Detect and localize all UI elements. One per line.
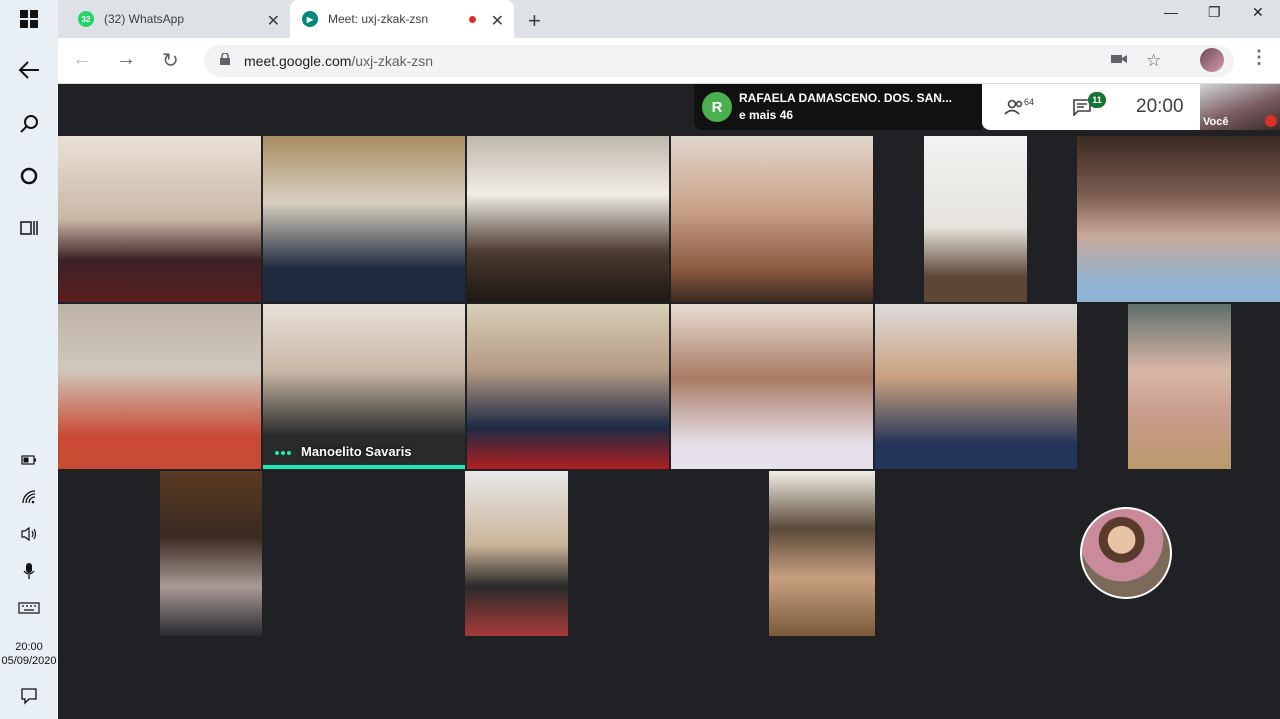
windows-logo-icon[interactable] [0, 8, 58, 30]
meet-icon: ▶ [302, 11, 318, 27]
tab-whatsapp[interactable]: 32 (32) WhatsApp ✕ [66, 0, 290, 38]
tab-label: Meet: uxj-zkak-zsn [328, 12, 429, 26]
participant-tile[interactable] [465, 471, 568, 636]
notification-icon[interactable] [0, 686, 58, 706]
meet-infobar: 64 11 20:00 [982, 84, 1200, 130]
windows-taskbar: 20:00 05/09/2020 [0, 0, 58, 719]
self-view-tile[interactable]: Você [1200, 84, 1280, 130]
self-label: Você [1203, 116, 1229, 128]
browser-toolbar: ← → ↻ meet.google.com/uxj-zkak-zsn ☆ ⋮ [58, 38, 1280, 84]
taskbar-time: 20:00 [15, 641, 43, 653]
mic-off-icon [1265, 115, 1277, 127]
profile-avatar[interactable] [1200, 48, 1224, 72]
microphone-icon[interactable] [0, 562, 58, 580]
people-icon [1004, 99, 1023, 115]
meeting-clock: 20:00 [1136, 96, 1184, 117]
speaker-name: Manoelito Savaris [301, 444, 412, 459]
participant-tile[interactable] [875, 304, 1077, 469]
battery-icon[interactable] [0, 452, 58, 468]
minimize-button[interactable]: — [1164, 4, 1178, 20]
participant-tile[interactable] [769, 471, 875, 636]
camera-icon[interactable] [1110, 51, 1128, 71]
lock-icon[interactable] [220, 53, 230, 65]
taskbar-date: 05/09/2020 [1, 655, 57, 667]
address-bar[interactable]: meet.google.com/uxj-zkak-zsn ☆ [204, 45, 1234, 77]
chat-count-badge: 11 [1088, 92, 1106, 108]
tab-meet[interactable]: ▶ Meet: uxj-zkak-zsn ✕ [290, 0, 514, 38]
more-menu-icon[interactable]: ⋮ [1250, 47, 1268, 68]
new-tab-button[interactable]: + [528, 8, 541, 34]
participant-tile[interactable] [1077, 136, 1280, 302]
restore-button[interactable]: ❐ [1208, 4, 1221, 21]
tab-label: (32) WhatsApp [104, 12, 185, 26]
task-view-icon[interactable] [0, 216, 58, 240]
volume-icon[interactable] [0, 525, 58, 543]
active-speaker-bar [263, 465, 465, 469]
back-button[interactable]: ← [72, 48, 92, 71]
url-text[interactable]: meet.google.com/uxj-zkak-zsn [244, 53, 433, 69]
wifi-icon[interactable] [0, 488, 58, 506]
presenter-avatar: R [702, 92, 732, 122]
participant-tile[interactable] [1128, 304, 1231, 469]
close-window-button[interactable]: ✕ [1252, 4, 1264, 21]
participant-tile[interactable] [58, 304, 261, 469]
participant-tile[interactable] [924, 136, 1027, 302]
taskbar-clock[interactable]: 20:00 05/09/2020 [0, 640, 58, 668]
participant-tile[interactable] [467, 304, 669, 469]
participant-tile[interactable] [160, 471, 262, 636]
close-tab-icon[interactable]: ✕ [491, 11, 504, 31]
tab-strip: 32 (32) WhatsApp ✕ ▶ Meet: uxj-zkak-zsn … [58, 0, 1280, 38]
meet-area: R RAFAELA DAMASCENO. DOS. SAN... e mais … [58, 84, 1280, 719]
speaker-tile[interactable]: Manoelito Savaris [263, 304, 465, 469]
close-tab-icon[interactable]: ✕ [267, 11, 280, 31]
presenter-chip[interactable]: R RAFAELA DAMASCENO. DOS. SAN... e mais … [694, 84, 982, 130]
back-arrow-icon[interactable] [0, 58, 58, 82]
people-count: 64 [1024, 97, 1035, 107]
url-domain: meet.google.com [244, 53, 352, 69]
reload-button[interactable]: ↻ [162, 48, 179, 73]
participant-tile[interactable] [467, 136, 669, 302]
participant-tile[interactable] [671, 136, 873, 302]
url-path: /uxj-zkak-zsn [351, 53, 434, 69]
participant-tile[interactable] [263, 136, 465, 302]
keyboard-icon[interactable] [0, 600, 58, 616]
participant-tile[interactable] [58, 136, 261, 302]
bookmark-star-icon[interactable]: ☆ [1146, 51, 1161, 71]
chat-button[interactable] [1072, 84, 1092, 130]
participant-avatar-bubble[interactable] [1080, 507, 1172, 599]
cortana-circle-icon[interactable] [0, 164, 58, 188]
search-icon[interactable] [0, 112, 58, 136]
people-button[interactable] [1004, 84, 1026, 130]
speaking-indicator-icon [275, 451, 291, 455]
whatsapp-icon: 32 [78, 11, 94, 27]
presenter-more: e mais 46 [739, 108, 794, 122]
participant-tile[interactable] [671, 304, 873, 469]
recording-dot-icon [469, 16, 476, 23]
forward-button[interactable]: → [116, 48, 136, 71]
whatsapp-badge: 32 [81, 14, 91, 24]
presenter-name: RAFAELA DAMASCENO. DOS. SAN... [739, 91, 952, 105]
